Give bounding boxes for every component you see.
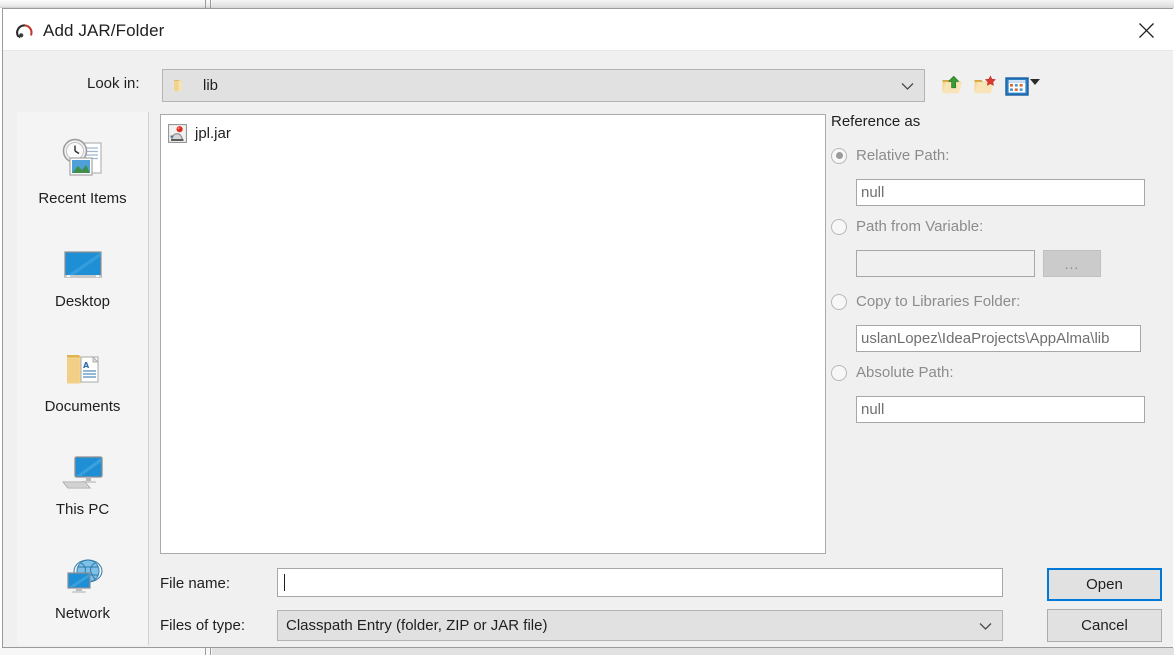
radio-indicator-icon bbox=[831, 147, 847, 164]
recent-items-icon bbox=[58, 129, 108, 185]
background-separator-left bbox=[205, 0, 206, 8]
sidebar-item-documents[interactable]: A Documents bbox=[17, 337, 148, 415]
browse-variable-button[interactable]: ... bbox=[1043, 250, 1101, 277]
background-separator-bottom-right bbox=[210, 648, 211, 655]
radio-indicator-icon bbox=[831, 218, 847, 235]
chevron-down-icon bbox=[901, 82, 914, 91]
radio-label: Relative Path: bbox=[856, 147, 950, 164]
sidebar-item-label: Recent Items bbox=[38, 190, 127, 207]
sidebar-item-label: This PC bbox=[55, 501, 110, 518]
reference-as-title: Reference as bbox=[831, 113, 921, 130]
absolute-path-field[interactable]: null bbox=[856, 396, 1145, 423]
reference-as-panel: Reference as Relative Path: null Path fr… bbox=[831, 113, 1171, 423]
sidebar-item-desktop[interactable]: Desktop bbox=[17, 232, 148, 310]
add-jar-folder-dialog: Add JAR/Folder Look in: lib Recent Items… bbox=[2, 8, 1173, 648]
radio-relative-path[interactable]: Relative Path: bbox=[831, 147, 949, 164]
network-icon bbox=[60, 544, 106, 600]
up-one-level-button[interactable] bbox=[938, 71, 968, 101]
radio-indicator-icon bbox=[831, 293, 847, 310]
intellij-idea-icon bbox=[15, 23, 35, 41]
sidebar-item-this-pc[interactable]: This PC bbox=[17, 440, 148, 518]
radio-indicator-icon bbox=[831, 364, 847, 381]
cancel-button[interactable]: Cancel bbox=[1047, 609, 1162, 642]
copy-to-libraries-folder-field[interactable]: uslanLopez\IdeaProjects\AppAlma\lib bbox=[856, 325, 1141, 352]
files-of-type-value: Classpath Entry (folder, ZIP or JAR file… bbox=[286, 617, 548, 634]
sidebar-item-label: Documents bbox=[44, 398, 121, 415]
files-of-type-label: Files of type: bbox=[160, 617, 246, 634]
radio-copy-to-libraries-folder[interactable]: Copy to Libraries Folder: bbox=[831, 293, 1020, 310]
chevron-down-icon bbox=[979, 622, 992, 631]
file-name-input[interactable] bbox=[277, 568, 1003, 597]
absolute-path-value: null bbox=[861, 401, 885, 418]
background-strip-top-right bbox=[212, 0, 1174, 8]
look-in-label: Look in: bbox=[87, 75, 140, 92]
jar-file-icon bbox=[168, 123, 187, 143]
open-button[interactable]: Open bbox=[1047, 568, 1162, 601]
look-in-combobox[interactable]: lib bbox=[162, 69, 925, 102]
list-item[interactable]: jpl.jar bbox=[161, 121, 825, 145]
text-caret bbox=[284, 574, 285, 591]
radio-path-from-variable[interactable]: Path from Variable: bbox=[831, 218, 983, 235]
svg-text:A: A bbox=[83, 361, 90, 370]
files-of-type-combobox[interactable]: Classpath Entry (folder, ZIP or JAR file… bbox=[277, 610, 1003, 641]
sidebar-item-label: Desktop bbox=[54, 293, 111, 310]
radio-label: Path from Variable: bbox=[856, 218, 984, 235]
background-separator-bottom-left bbox=[205, 648, 206, 655]
view-menu-button[interactable] bbox=[1002, 71, 1032, 101]
documents-folder-icon: A bbox=[60, 337, 106, 393]
create-new-folder-button[interactable] bbox=[970, 71, 1000, 101]
folder-icon bbox=[173, 78, 190, 93]
look-in-value: lib bbox=[203, 77, 219, 94]
relative-path-value: null bbox=[861, 184, 885, 201]
close-icon[interactable] bbox=[1123, 9, 1169, 51]
sidebar-item-label: Network bbox=[54, 605, 110, 622]
copy-to-libraries-folder-value: uslanLopez\IdeaProjects\AppAlma\lib bbox=[861, 330, 1110, 347]
file-list[interactable]: jpl.jar bbox=[160, 114, 826, 554]
background-strip-bottom-right bbox=[212, 648, 1174, 655]
file-name-label: File name: bbox=[160, 575, 231, 592]
places-sidebar: Recent Items Desktop A Documents This PC… bbox=[17, 112, 149, 645]
relative-path-field[interactable]: null bbox=[856, 179, 1145, 206]
radio-label: Absolute Path: bbox=[856, 364, 954, 381]
sidebar-item-recent-items[interactable]: Recent Items bbox=[17, 129, 148, 207]
dialog-title: Add JAR/Folder bbox=[43, 21, 165, 40]
sidebar-item-network[interactable]: Network bbox=[17, 544, 148, 622]
view-menu-chevron-icon[interactable] bbox=[1030, 79, 1040, 85]
path-from-variable-field[interactable] bbox=[856, 250, 1035, 277]
radio-label: Copy to Libraries Folder: bbox=[856, 293, 1021, 310]
desktop-icon bbox=[60, 232, 106, 288]
background-separator-right bbox=[210, 0, 211, 8]
this-pc-icon bbox=[59, 440, 107, 496]
file-name: jpl.jar bbox=[195, 124, 231, 142]
dialog-titlebar: Add JAR/Folder bbox=[3, 9, 1173, 51]
radio-absolute-path[interactable]: Absolute Path: bbox=[831, 364, 954, 381]
